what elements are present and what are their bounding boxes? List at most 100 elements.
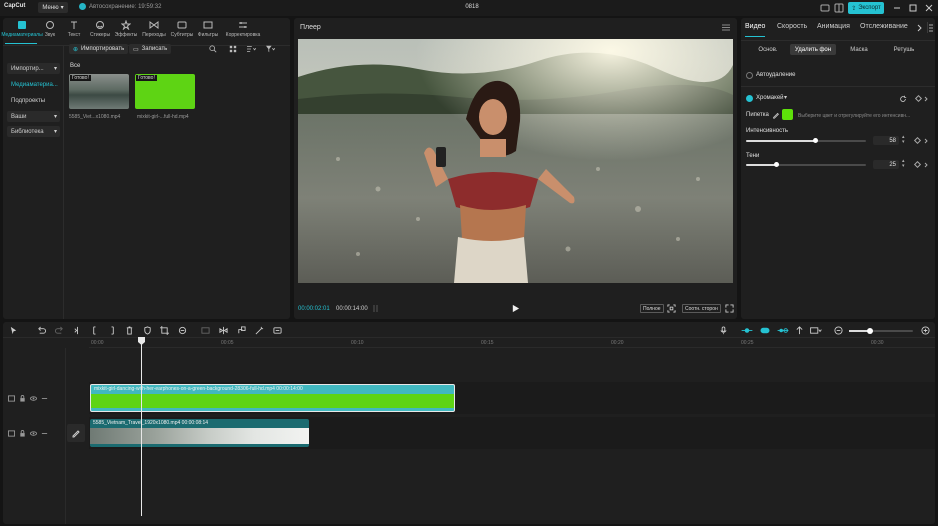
stepper-icon[interactable]: ▴ ▾ bbox=[902, 135, 905, 145]
reset-icon[interactable] bbox=[899, 95, 907, 103]
crop-frame-icon[interactable] bbox=[667, 304, 676, 313]
layout-icon[interactable] bbox=[834, 3, 844, 13]
media-item-vietnam[interactable]: Готово! bbox=[69, 74, 129, 109]
subtab-basic[interactable]: Основ. bbox=[753, 44, 783, 55]
track-cover-icon[interactable] bbox=[8, 430, 15, 437]
intensity-slider[interactable] bbox=[746, 140, 866, 142]
maximize-icon[interactable] bbox=[908, 3, 918, 13]
tab-transitions[interactable]: Переходы bbox=[141, 20, 167, 42]
intensity-slider-knob[interactable] bbox=[813, 138, 818, 143]
tab-filters[interactable]: Фильтры bbox=[195, 20, 221, 42]
tab-text[interactable]: Текст bbox=[61, 20, 87, 42]
timeline-ruler[interactable]: 00:00 00:05 00:10 00:15 00:20 00:25 00:3… bbox=[89, 338, 935, 348]
transform-icon[interactable] bbox=[178, 326, 187, 335]
screen-ratio-icon[interactable] bbox=[809, 326, 823, 335]
record-button[interactable]: ▭ Записать bbox=[129, 44, 172, 54]
menu-icon[interactable] bbox=[928, 24, 934, 32]
eye-icon[interactable] bbox=[30, 395, 37, 402]
chevron-right-icon[interactable] bbox=[917, 24, 923, 32]
shadow-slider-knob[interactable] bbox=[774, 162, 779, 167]
pipette-icon[interactable] bbox=[772, 111, 780, 119]
shield-icon[interactable] bbox=[143, 326, 152, 335]
full-quality-button[interactable]: Полное bbox=[640, 304, 664, 313]
split-left-icon[interactable] bbox=[91, 326, 100, 335]
auto-snap-icon[interactable] bbox=[758, 326, 772, 335]
keyframe-icon[interactable] bbox=[913, 160, 922, 169]
subtab-remove-bg[interactable]: Удалить фон bbox=[790, 44, 836, 55]
zoom-out-icon[interactable] bbox=[834, 326, 843, 335]
zoom-slider[interactable] bbox=[849, 330, 913, 332]
main-track-magnet-icon[interactable] bbox=[740, 326, 754, 335]
search-icon[interactable] bbox=[209, 45, 217, 53]
subtab-mask[interactable]: Маска bbox=[845, 44, 873, 55]
caption-icon[interactable] bbox=[273, 326, 282, 335]
microphone-icon[interactable] bbox=[719, 326, 728, 335]
sidebar-item-import[interactable]: Импортир... ▾ bbox=[7, 63, 60, 74]
shadow-value[interactable]: 25 bbox=[873, 160, 899, 169]
shortcut-icon[interactable] bbox=[820, 3, 830, 13]
crop-icon[interactable] bbox=[160, 326, 169, 335]
chevron-right-icon[interactable] bbox=[924, 162, 929, 168]
linkage-icon[interactable] bbox=[776, 326, 790, 335]
sort-icon[interactable] bbox=[245, 45, 257, 53]
chevron-right-icon[interactable] bbox=[924, 138, 929, 144]
play-icon[interactable] bbox=[511, 304, 520, 313]
split-right-icon[interactable] bbox=[107, 326, 116, 335]
freeze-icon[interactable] bbox=[201, 326, 210, 335]
video-preview[interactable] bbox=[298, 39, 733, 283]
chroma-key-label[interactable]: Хромакей bbox=[756, 95, 784, 101]
aspect-ratio-button[interactable]: Соотн. сторон bbox=[682, 304, 721, 313]
preview-axis-icon[interactable] bbox=[795, 326, 804, 335]
export-button[interactable]: ⇪ Экспорт bbox=[848, 2, 884, 14]
redo-icon[interactable] bbox=[55, 326, 64, 335]
tab-adjust[interactable]: Корректировка bbox=[223, 20, 263, 42]
lock-icon[interactable] bbox=[19, 430, 26, 437]
menu-icon[interactable] bbox=[722, 24, 730, 31]
chevron-right-icon[interactable] bbox=[924, 96, 929, 102]
magic-wand-icon[interactable] bbox=[255, 326, 264, 335]
sidebar-item-library[interactable]: Библиотека ▾ bbox=[7, 126, 60, 137]
lock-icon[interactable] bbox=[19, 395, 26, 402]
chevron-down-icon[interactable]: ▾ bbox=[784, 94, 787, 101]
pipette-color-swatch[interactable] bbox=[782, 109, 793, 120]
chroma-key-checkbox[interactable] bbox=[746, 95, 753, 102]
import-button[interactable]: ⊕ Импортировать bbox=[69, 44, 129, 54]
tab-stickers[interactable]: Стикеры bbox=[87, 20, 113, 42]
minimize-icon[interactable] bbox=[892, 3, 902, 13]
mirror-icon[interactable] bbox=[219, 326, 228, 335]
sidebar-item-yours[interactable]: Ваши ▾ bbox=[7, 111, 60, 122]
track-cover-icon[interactable] bbox=[8, 395, 15, 402]
grid-view-icon[interactable] bbox=[229, 45, 237, 53]
delete-icon[interactable] bbox=[125, 326, 134, 335]
tab-subtitles[interactable]: Субтитры bbox=[169, 20, 195, 42]
more-icon[interactable] bbox=[41, 430, 48, 437]
cover-button[interactable] bbox=[67, 424, 85, 442]
keyframe-icon[interactable] bbox=[914, 94, 923, 103]
select-cursor-icon[interactable] bbox=[9, 326, 18, 335]
more-icon[interactable] bbox=[41, 395, 48, 402]
tab-audio[interactable]: Звук bbox=[37, 20, 63, 42]
keyframe-icon[interactable] bbox=[913, 136, 922, 145]
filter-all[interactable]: Все bbox=[70, 63, 80, 69]
filter-funnel-icon[interactable] bbox=[264, 45, 276, 53]
shadow-slider[interactable] bbox=[746, 164, 866, 166]
menu-button[interactable]: Меню ▾ bbox=[38, 2, 68, 13]
playhead[interactable] bbox=[141, 338, 142, 516]
sidebar-item-subprojects[interactable]: Подпроекты bbox=[7, 95, 60, 106]
tab-effects[interactable]: Эффекты bbox=[113, 20, 139, 42]
tab-speed[interactable]: Скорость bbox=[777, 23, 807, 30]
zoom-in-icon[interactable] bbox=[921, 326, 930, 335]
playhead-handle-icon[interactable] bbox=[137, 337, 146, 345]
tab-animation[interactable]: Анимация bbox=[817, 23, 850, 30]
zoom-slider-knob[interactable] bbox=[867, 328, 873, 334]
timeline-clip-vietnam[interactable]: 5585_Vietnam_Travel_1920x1080.mp4 00:00:… bbox=[90, 419, 309, 447]
close-icon[interactable] bbox=[924, 3, 934, 13]
media-item-greenscreen[interactable]: Готово! bbox=[135, 74, 195, 109]
fullscreen-icon[interactable] bbox=[725, 304, 734, 313]
timeline-clip-greenscreen[interactable]: mixkit-girl-dancing-with-her-earphones-o… bbox=[90, 384, 455, 412]
undo-icon[interactable] bbox=[37, 326, 46, 335]
auto-remove-checkbox[interactable] bbox=[746, 72, 753, 79]
subtab-retouch[interactable]: Ретушь bbox=[889, 44, 919, 55]
eye-icon[interactable] bbox=[30, 430, 37, 437]
tab-media[interactable]: Медиаматериалы bbox=[1, 20, 43, 42]
